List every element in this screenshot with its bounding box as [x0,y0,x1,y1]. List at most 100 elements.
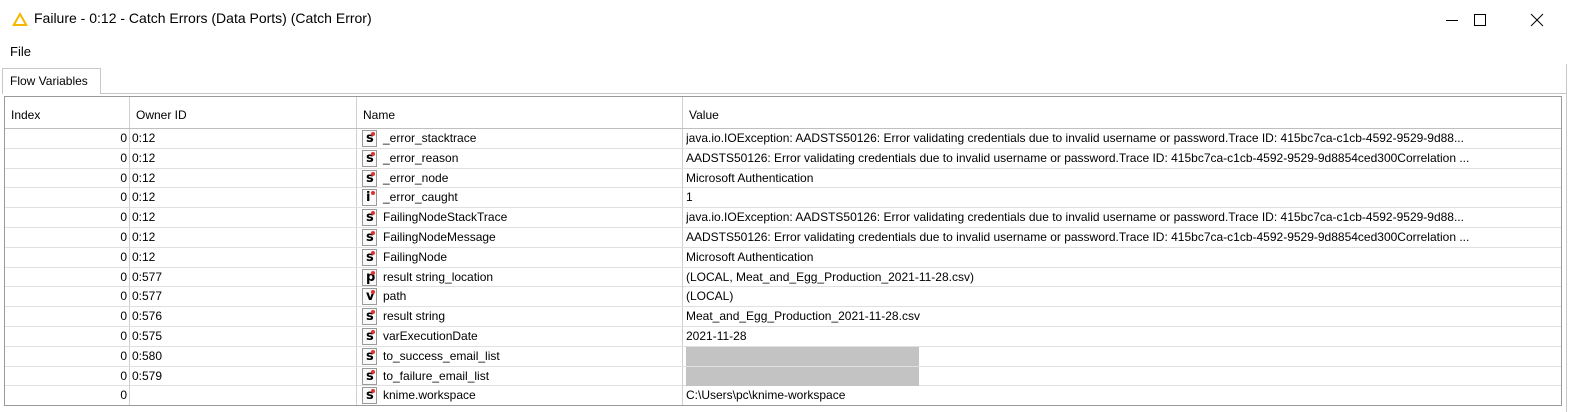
variable-type-icon: s [362,308,377,326]
table-row[interactable]: 0 0:575 s varExecutionDate 2021-11-28 [5,327,1561,347]
cell-value: 2021-11-28 [686,329,747,343]
tab-divider [101,93,1567,94]
cell-index: 0 [5,327,130,346]
cell-index: 0 [5,287,130,307]
table-row[interactable]: 0 s knime.workspace C:\Users\pc\knime-works… [5,386,1561,405]
cell-name: s varExecutionDate [357,327,683,346]
table-row[interactable]: 0 0:577 v path (LOCAL) [5,287,1561,308]
cell-owner-id: 0:12 [130,208,357,228]
column-header-name[interactable]: Name [357,97,683,128]
title-bar: Failure - 0:12 - Catch Errors (Data Port… [0,0,1582,40]
cell-value: Microsoft Authentication [686,170,814,185]
cell-index: 0 [5,386,130,405]
variable-type-icon: s [362,347,377,365]
variable-type-icon: s [362,328,377,345]
cell-name: s _error_stacktrace [357,129,683,148]
close-button[interactable] [1509,0,1565,40]
cell-value: 1 [686,190,693,205]
cell-index: 0 [5,228,130,247]
cell-owner-id: 0:577 [130,267,357,287]
cell-value: AADSTS50126: Error validating credential… [686,230,1470,244]
cell-owner-id: 0:12 [130,148,357,168]
cell-name: s to_success_email_list [357,346,683,366]
column-header-index[interactable]: Index [5,97,130,128]
cell-owner-id: 0:12 [130,129,357,148]
table-row[interactable]: 0 0:12 s FailingNode Microsoft Authenticatio… [5,247,1561,268]
window-title: Failure - 0:12 - Catch Errors (Data Port… [34,10,372,26]
cell-owner-id: 0:12 [130,247,357,267]
maximize-icon [1474,14,1486,26]
maximize-button[interactable] [1452,0,1508,40]
cell-name: v path [357,287,683,307]
cell-value: (LOCAL) [686,289,734,304]
menu-file[interactable]: File [10,44,31,59]
variable-type-icon: s [362,209,377,227]
cell-index: 0 [5,267,130,287]
cell-index: 0 [5,168,130,188]
cell-value [683,346,1561,366]
cell-name: s knime.workspace [357,386,683,405]
cell-name: p result string_location [357,267,683,287]
table-row[interactable]: 0 0:12 i _error_caught 1 [5,188,1561,209]
variable-type-icon: s [362,149,377,167]
variable-type-icon: i [362,189,377,207]
table-row[interactable]: 0 0:12 s _error_node Microsoft Authenticatio… [5,168,1561,189]
cell-index: 0 [5,188,130,208]
table-row[interactable]: 0 0:579 s to_failure_email_list [5,366,1561,387]
cell-owner-id: 0:577 [130,287,357,307]
variable-type-icon: s [362,229,377,246]
cell-owner-id: 0:579 [130,366,357,386]
table-row[interactable]: 0 0:12 s _error_stacktrace java.io.IOExcepti… [5,129,1561,149]
cell-owner-id: 0:12 [130,188,357,208]
table-row[interactable]: 0 0:12 s _error_reason AADSTS50126: Error va… [5,148,1561,169]
cell-owner-id: 0:580 [130,346,357,366]
table-row[interactable]: 0 0:576 s result string Meat_and_Egg_Product… [5,307,1561,327]
cell-owner-id: 0:12 [130,228,357,247]
table-row[interactable]: 0 0:12 s FailingNodeMessage AADSTS50126: Err… [5,228,1561,248]
panel-border [1566,64,1567,412]
warning-triangle-icon [12,12,28,26]
redacted-block [686,366,919,386]
cell-name: s FailingNodeMessage [357,228,683,247]
cell-name: s to_failure_email_list [357,366,683,386]
variable-type-icon: v [362,288,377,306]
table-header: Index Owner ID Name Value [5,97,1561,129]
cell-name: s FailingNode [357,247,683,267]
cell-value: java.io.IOException: AADSTS50126: Error … [686,210,1464,225]
cell-value: java.io.IOException: AADSTS50126: Error … [686,131,1464,145]
column-header-owner-id[interactable]: Owner ID [130,97,357,128]
cell-name: s result string [357,307,683,327]
cell-owner-id: 0:576 [130,307,357,327]
cell-value: C:\Users\pc\knime-workspace [686,388,846,403]
cell-name: s _error_node [357,168,683,188]
table-row[interactable]: 0 0:580 s to_success_email_list [5,346,1561,367]
cell-index: 0 [5,208,130,228]
table-row[interactable]: 0 0:12 s FailingNodeStackTrace java.io.IOExc… [5,208,1561,228]
tab-strip: Flow Variables [0,64,1582,94]
cell-value: AADSTS50126: Error validating credential… [686,150,1470,165]
cell-index: 0 [5,346,130,366]
variable-type-icon: p [362,268,377,286]
variable-type-icon: s [362,169,377,187]
cell-name: i _error_caught [357,188,683,208]
cell-index: 0 [5,129,130,148]
variable-type-icon: s [362,387,377,405]
cell-index: 0 [5,247,130,267]
flow-variables-table: Index Owner ID Name Value 0 0:12 s _error_s… [4,96,1562,406]
cell-owner-id: 0:12 [130,168,357,188]
cell-owner-id: 0:575 [130,327,357,346]
variable-type-icon: s [362,367,377,385]
cell-index: 0 [5,307,130,327]
cell-value: (LOCAL, Meat_and_Egg_Production_2021-11-… [686,269,974,284]
tab-flow-variables-label: Flow Variables [10,74,88,88]
variable-type-icon: s [362,130,377,147]
column-header-value[interactable]: Value [683,97,1561,128]
cell-value: Microsoft Authentication [686,249,814,264]
variable-type-icon: s [362,248,377,266]
table-row[interactable]: 0 0:577 p result string_location (LOCAL, Mea… [5,267,1561,288]
cell-owner-id [130,386,357,405]
cell-value: Meat_and_Egg_Production_2021-11-28.csv [686,309,920,324]
tab-flow-variables[interactable]: Flow Variables [2,68,101,94]
cell-value [683,366,1561,386]
close-icon [1530,13,1544,27]
